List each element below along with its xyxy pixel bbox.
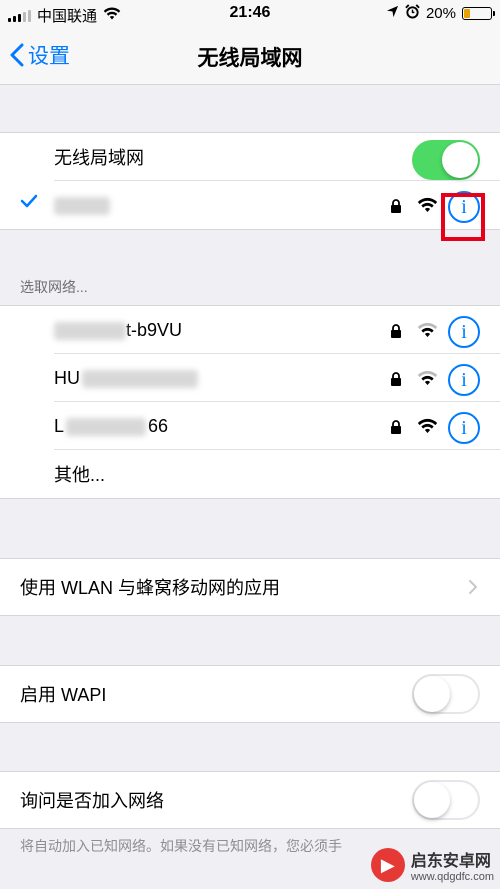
wapi-group: 启用 WAPI: [0, 665, 500, 723]
lock-icon: [390, 323, 402, 344]
info-button[interactable]: i: [448, 364, 480, 396]
wifi-signal-icon: [417, 370, 438, 391]
wifi-signal-icon: [417, 322, 438, 343]
info-button[interactable]: i: [448, 316, 480, 348]
ask-join-label: 询问是否加入网络: [20, 791, 164, 811]
ask-join-row: 询问是否加入网络: [0, 772, 500, 828]
wapi-label: 启用 WAPI: [20, 685, 107, 705]
network-row[interactable]: HU i: [0, 354, 500, 402]
lock-icon: [390, 371, 402, 392]
page-title: 无线局域网: [197, 47, 303, 70]
watermark: ▶ 启东安卓网 www.qdgdfc.com: [370, 847, 494, 883]
watermark-url: www.qdgdfc.com: [410, 871, 494, 883]
footer-description: 将自动加入已知网络。如果没有已知网络，您必须手: [20, 838, 342, 854]
watermark-logo-icon: ▶: [370, 848, 405, 882]
wlan-toggle-row: 无线局域网: [0, 133, 500, 181]
network-row[interactable]: L 66 i: [0, 402, 500, 450]
network-row[interactable]: t-b9VU i: [0, 306, 500, 354]
alarm-icon: [405, 4, 420, 23]
network-name: t-b9VU: [54, 320, 182, 341]
wlan-apps-label: 使用 WLAN 与蜂窝移动网的应用: [20, 578, 281, 598]
status-bar: 中国联通 21:46 20%: [0, 0, 500, 28]
wlan-toggle-switch[interactable]: [412, 140, 480, 180]
apps-group: 使用 WLAN 与蜂窝移动网的应用: [0, 558, 500, 616]
wifi-signal-icon: [417, 197, 438, 218]
ask-join-toggle-switch[interactable]: [412, 780, 480, 820]
network-name: L 66: [54, 415, 169, 436]
battery-icon: [462, 7, 495, 20]
networks-group: t-b9VU i HU i L 66 i 其他...: [0, 305, 500, 499]
other-network-row[interactable]: 其他...: [0, 450, 500, 498]
networks-section-header: 选取网络...: [20, 279, 88, 295]
checkmark-icon: [20, 193, 38, 214]
other-network-label: 其他...: [54, 465, 106, 485]
battery-percent: 20%: [425, 5, 456, 22]
lock-icon: [390, 198, 402, 219]
ask-join-group: 询问是否加入网络: [0, 771, 500, 829]
chevron-right-icon: [468, 579, 478, 600]
wifi-signal-icon: [417, 418, 438, 439]
wlan-group: 无线局域网 i: [0, 132, 500, 230]
wlan-toggle-label: 无线局域网: [54, 148, 144, 168]
network-name: HU: [54, 368, 198, 389]
navigation-bar: 设置 无线局域网: [0, 28, 500, 85]
wlan-apps-row[interactable]: 使用 WLAN 与蜂窝移动网的应用: [0, 559, 500, 615]
watermark-title: 启东安卓网: [410, 853, 491, 870]
location-arrow-icon: [386, 5, 399, 22]
connected-network-row[interactable]: i: [0, 181, 500, 229]
highlight-box: [441, 193, 485, 241]
info-button[interactable]: i: [448, 412, 480, 444]
connected-network-name: [54, 195, 110, 216]
wapi-row: 启用 WAPI: [0, 666, 500, 722]
lock-icon: [390, 419, 402, 440]
wapi-toggle-switch[interactable]: [412, 674, 480, 714]
